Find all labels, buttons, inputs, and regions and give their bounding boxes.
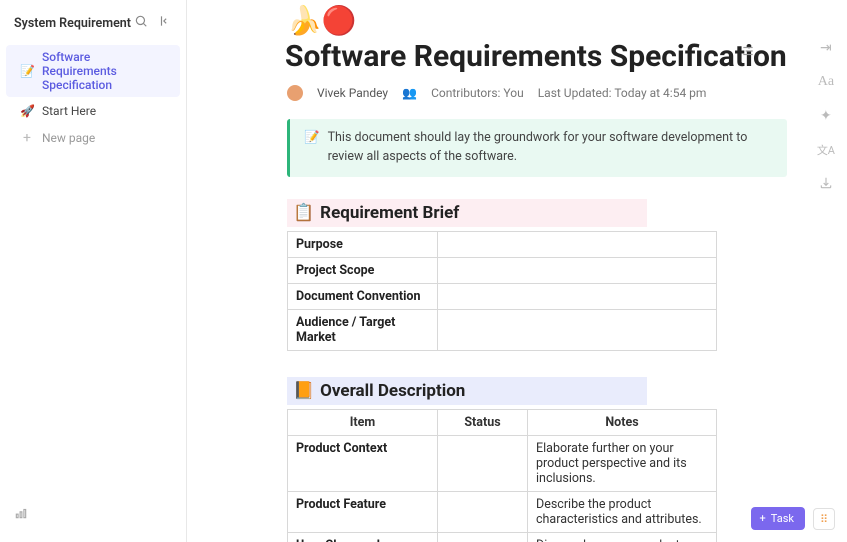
callout-emoji: 📝 — [304, 129, 320, 167]
contributors-label: Contributors: — [431, 86, 500, 100]
plus-icon: + — [760, 512, 766, 525]
col-item: Item — [288, 409, 438, 435]
translate-icon[interactable]: 文A — [817, 142, 835, 158]
last-updated-block: Last Updated: Today at 4:54 pm — [538, 86, 707, 100]
section-title: Overall Description — [320, 381, 465, 401]
outline-toggle-icon[interactable] — [741, 44, 755, 62]
table-row: User Class and CharacteristicsDiscuss ho… — [288, 532, 717, 542]
meta-sep: 👥 — [402, 86, 417, 100]
last-updated-label: Last Updated: — [538, 86, 612, 100]
author-avatar[interactable] — [287, 85, 303, 101]
contributors-value: You — [503, 86, 523, 100]
col-notes: Notes — [528, 409, 717, 435]
sidebar-header: System Requirement — [0, 10, 186, 44]
last-updated-value: Today at 4:54 pm — [614, 86, 706, 100]
task-button[interactable]: + Task — [751, 507, 805, 530]
sidebar-item-srs[interactable]: 📝 Software Requirements Specification — [6, 45, 180, 97]
cover-emoji[interactable]: 🍌🔴 — [287, 4, 787, 37]
ai-icon[interactable]: ✦ — [817, 108, 835, 124]
doc-meta: Vivek Pandey 👥 Contributors: You Last Up… — [287, 85, 787, 101]
sidebar-new-page[interactable]: + New page — [6, 125, 180, 151]
table-row: Document Convention — [288, 283, 717, 309]
table-row: Product FeatureDescribe the product char… — [288, 491, 717, 532]
section-heading-overall[interactable]: 📙 Overall Description — [287, 377, 647, 405]
workspace-title: System Requirement — [14, 16, 131, 31]
section-emoji: 📙 — [293, 381, 314, 401]
right-toolbar: ⇥ Aa ✦ 文A — [817, 40, 835, 194]
callout-text: This document should lay the groundwork … — [328, 129, 773, 167]
plus-icon: + — [20, 130, 34, 146]
page-icon: 🚀 — [20, 104, 34, 118]
section-title: Requirement Brief — [320, 203, 459, 223]
page-icon: 📝 — [20, 64, 34, 78]
export-icon[interactable] — [817, 176, 835, 194]
apps-button[interactable]: ⠿ — [813, 508, 835, 530]
table-row: Product ContextElaborate further on your… — [288, 435, 717, 491]
table-row: Project Scope — [288, 257, 717, 283]
requirement-brief-table[interactable]: Purpose Project Scope Document Conventio… — [287, 231, 717, 351]
author-name: Vivek Pandey — [317, 86, 388, 100]
expand-icon[interactable]: ⇥ — [817, 40, 835, 56]
font-icon[interactable]: Aa — [817, 74, 835, 90]
sidebar-item-start-here[interactable]: 🚀 Start Here — [6, 99, 180, 123]
contributors-block: Contributors: You — [431, 86, 524, 100]
sidebar: System Requirement 📝 Software Requiremen… — [0, 0, 187, 542]
new-page-label: New page — [42, 131, 95, 145]
table-row: Audience / Target Market — [288, 309, 717, 350]
section-emoji: 📋 — [293, 203, 314, 223]
task-label: Task — [771, 512, 794, 525]
callout-block[interactable]: 📝 This document should lay the groundwor… — [287, 119, 787, 177]
col-status: Status — [438, 409, 528, 435]
overall-description-table[interactable]: Item Status Notes Product ContextElabora… — [287, 409, 717, 542]
table-row: Purpose — [288, 231, 717, 257]
sidebar-item-label: Software Requirements Specification — [42, 50, 166, 92]
page-title[interactable]: Software Requirements Specification — [285, 39, 787, 75]
collapse-icon[interactable] — [158, 14, 172, 32]
table-header-row: Item Status Notes — [288, 409, 717, 435]
search-icon[interactable] — [134, 14, 148, 32]
document-main: 🍌🔴 Software Requirements Specification V… — [187, 0, 847, 542]
section-heading-brief[interactable]: 📋 Requirement Brief — [287, 199, 647, 227]
sidebar-bottom-icon[interactable] — [0, 498, 186, 532]
sidebar-item-label: Start Here — [42, 104, 96, 118]
